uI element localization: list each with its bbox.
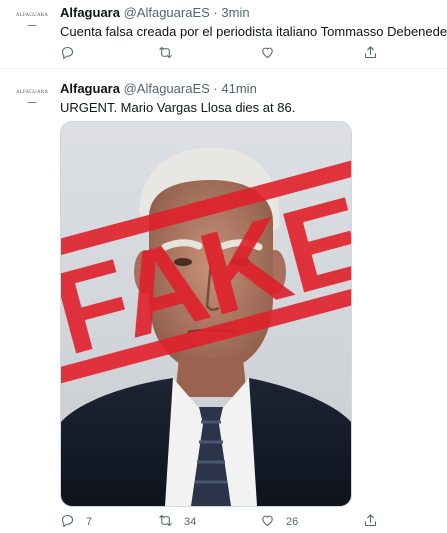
avatar-logo-text: ALFAGUARA <box>15 89 49 95</box>
reply-button[interactable] <box>60 45 75 63</box>
avatar-logo-mark <box>28 20 36 26</box>
like-button[interactable] <box>260 45 275 63</box>
share-icon <box>363 513 378 531</box>
share-button[interactable] <box>363 45 378 63</box>
retweet-icon <box>158 45 173 63</box>
retweet-button[interactable]: 34 <box>158 513 196 531</box>
retweet-icon <box>158 513 173 531</box>
reply-icon <box>60 513 75 531</box>
tweet-header: Alfaguara @AlfaguaraES · 41min <box>60 81 257 96</box>
avatar[interactable]: ALFAGUARA <box>15 9 49 29</box>
tweet-timestamp[interactable]: 3min <box>221 5 249 20</box>
tweet-text: Cuenta falsa creada por el periodista it… <box>60 24 447 39</box>
portrait-illustration: FAKE <box>61 147 351 506</box>
like-icon <box>260 45 275 63</box>
tweet-actions <box>60 45 400 63</box>
retweet-button[interactable] <box>158 45 173 63</box>
tweet-text: URGENT. Mario Vargas Llosa dies at 86. <box>60 100 296 115</box>
like-count: 26 <box>286 516 299 528</box>
tweet-timestamp[interactable]: 41min <box>221 81 256 96</box>
avatar[interactable]: ALFAGUARA <box>15 86 49 106</box>
author-handle[interactable]: @AlfaguaraES <box>124 5 210 20</box>
tweet[interactable]: ALFAGUARA Alfaguara @AlfaguaraES · 3min … <box>0 0 447 69</box>
separator: · <box>213 81 218 96</box>
retweet-count: 34 <box>184 516 197 528</box>
tweet-actions: 7 34 26 <box>60 513 400 531</box>
author-name[interactable]: Alfaguara <box>60 81 120 96</box>
separator: · <box>213 5 218 20</box>
tweet[interactable]: ALFAGUARA Alfaguara @AlfaguaraES · 41min… <box>0 69 447 533</box>
share-icon <box>363 45 378 63</box>
share-button[interactable] <box>363 513 378 531</box>
like-icon <box>260 513 275 531</box>
like-button[interactable]: 26 <box>260 513 298 531</box>
author-name[interactable]: Alfaguara <box>60 5 120 20</box>
tweet-header: Alfaguara @AlfaguaraES · 3min <box>60 5 250 20</box>
author-handle[interactable]: @AlfaguaraES <box>124 81 210 96</box>
reply-icon <box>60 45 75 63</box>
reply-button[interactable]: 7 <box>60 513 92 531</box>
avatar-logo-text: ALFAGUARA <box>15 12 49 18</box>
reply-count: 7 <box>86 516 93 528</box>
tweet-photo[interactable]: FAKE <box>60 121 352 507</box>
avatar-logo-mark <box>28 97 36 103</box>
